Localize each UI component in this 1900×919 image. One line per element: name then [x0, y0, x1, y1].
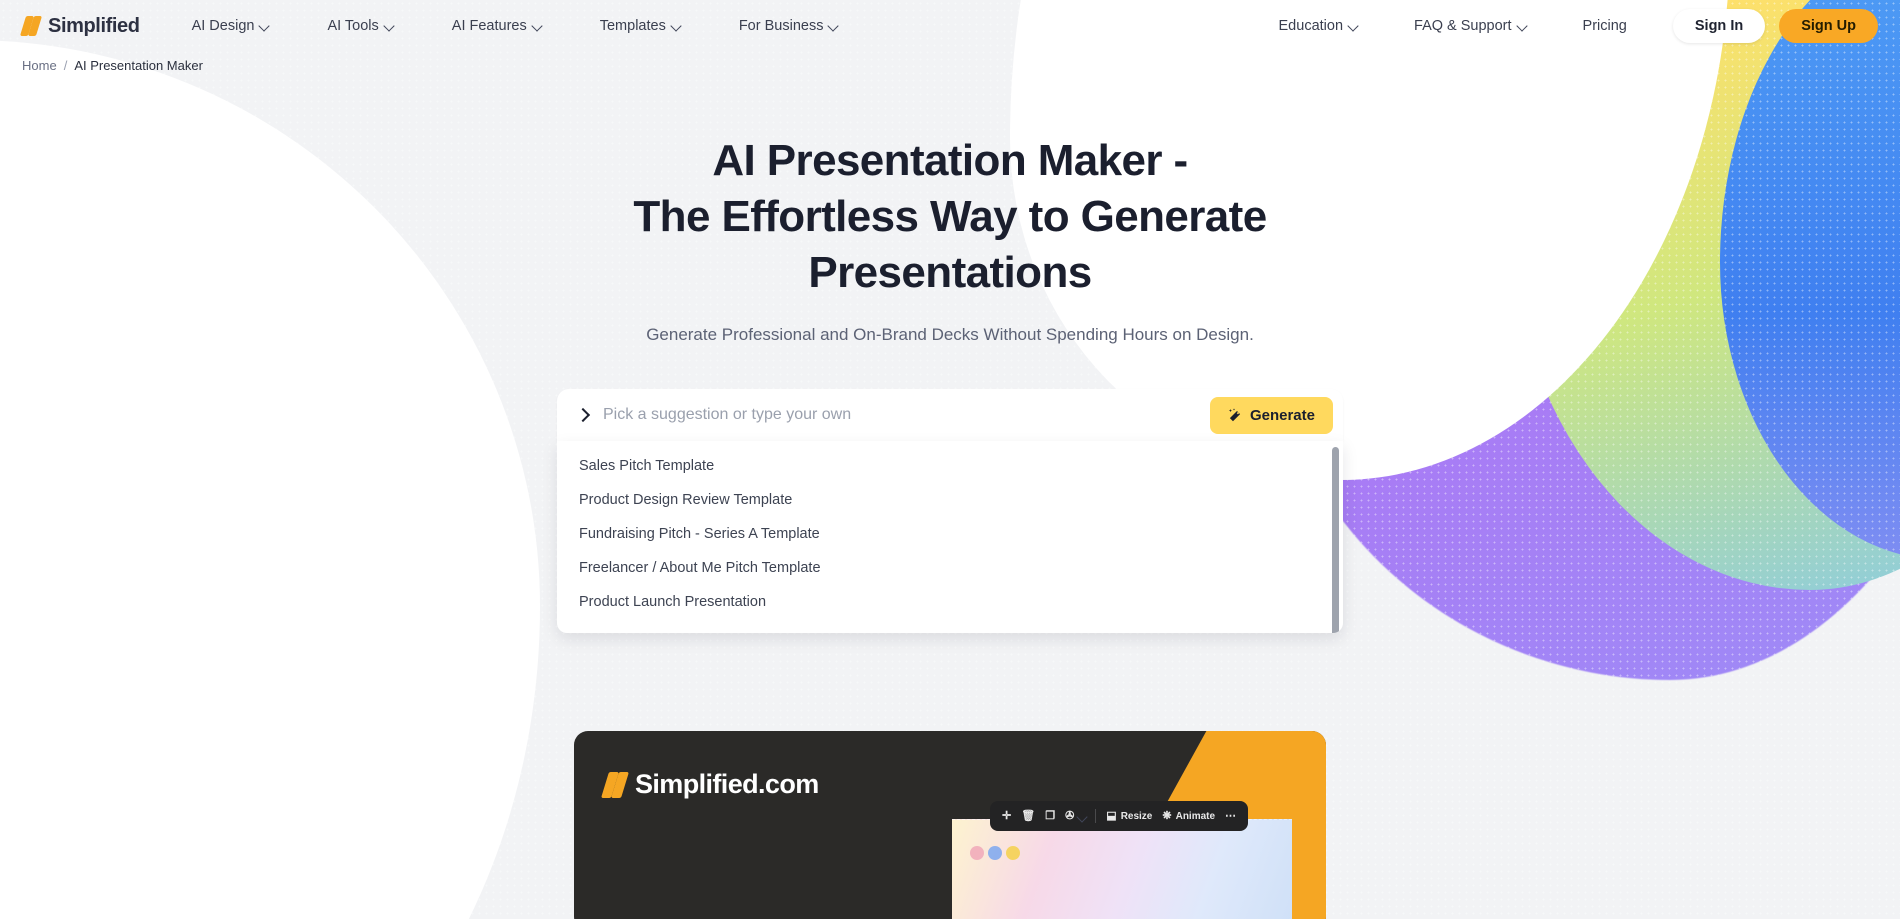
- resize-icon: ⬓: [1106, 809, 1117, 822]
- canvas-dot: [988, 846, 1002, 860]
- generate-button[interactable]: Generate: [1209, 396, 1333, 434]
- breadcrumb-separator: /: [63, 58, 68, 73]
- animate-icon: ❋: [1162, 809, 1172, 822]
- suggestions-scrollbar[interactable]: [1332, 447, 1339, 633]
- copy-icon[interactable]: ❐: [1045, 810, 1055, 822]
- breadcrumb: Home / AI Presentation Maker: [0, 52, 1900, 73]
- nav-item-for-business[interactable]: For Business: [729, 12, 849, 40]
- resize-label: Resize: [1120, 810, 1153, 822]
- primary-nav-links: AI Design AI Tools AI Features Templates…: [182, 12, 887, 40]
- prompt-widget: Generate Sales Pitch Template Product De…: [557, 389, 1343, 633]
- nav-item-education[interactable]: Education: [1269, 12, 1369, 40]
- nav-item-templates[interactable]: Templates: [590, 12, 691, 40]
- resize-button[interactable]: ⬓ Resize: [1106, 809, 1153, 822]
- canvas-dot: [1006, 846, 1020, 860]
- chevron-down-icon: [533, 22, 542, 31]
- page-title-line-3: Presentations: [808, 248, 1092, 297]
- paint-bucket-icon: ✇: [1065, 809, 1075, 822]
- nav-item-label: Templates: [599, 18, 666, 34]
- breadcrumb-current-page: AI Presentation Maker: [74, 58, 203, 73]
- chevron-down-icon: [260, 22, 269, 31]
- chevron-down-icon: [672, 22, 681, 31]
- suggestion-item[interactable]: Freelancer / About Me Pitch Template: [557, 551, 1343, 585]
- plus-icon[interactable]: ✛: [1002, 810, 1011, 822]
- suggestion-item[interactable]: Product Launch Presentation: [557, 585, 1343, 619]
- editor-floating-toolbar: ✛ 🗑 ❐ ✇ ⬓ Resize ❋ Animate ⋯: [990, 801, 1249, 831]
- toolbar-divider: [1095, 809, 1097, 823]
- suggestion-item[interactable]: Product Design Review Template: [557, 483, 1343, 517]
- suggestion-item[interactable]: Fundraising Pitch - Series A Template: [557, 517, 1343, 551]
- top-navigation-bar: Simplified AI Design AI Tools AI Feature…: [0, 0, 1900, 52]
- chevron-down-icon: [1078, 813, 1085, 820]
- preview-logo-text: Simplified.com: [635, 769, 819, 799]
- nav-item-label: AI Design: [191, 18, 255, 34]
- nav-item-label: FAQ & Support: [1414, 18, 1512, 34]
- generate-button-label: Generate: [1249, 406, 1315, 424]
- chevron-down-icon: [829, 22, 838, 31]
- editor-canvas-thumbnail: [952, 819, 1292, 919]
- nav-item-label: For Business: [738, 18, 824, 34]
- prompt-search-input[interactable]: [603, 406, 1210, 424]
- simplified-logo-mark-icon: [604, 771, 628, 799]
- canvas-dot: [970, 846, 984, 860]
- chevron-down-icon: [1349, 22, 1358, 31]
- page-title: AI Presentation Maker - The Effortless W…: [500, 133, 1400, 301]
- page-title-line-1: AI Presentation Maker -: [712, 136, 1188, 185]
- suggestions-dropdown: Sales Pitch Template Product Design Revi…: [557, 441, 1343, 633]
- nav-item-label: Pricing: [1582, 18, 1627, 34]
- sign-up-button[interactable]: Sign Up: [1779, 9, 1878, 43]
- chevron-right-icon: [575, 407, 591, 423]
- magic-wand-icon: [1228, 407, 1241, 421]
- animate-button[interactable]: ❋ Animate: [1162, 809, 1216, 822]
- site-logo[interactable]: Simplified: [22, 15, 140, 38]
- chevron-down-icon: [385, 22, 394, 31]
- nav-item-ai-design[interactable]: AI Design: [182, 12, 280, 40]
- nav-item-label: Education: [1278, 18, 1344, 34]
- nav-item-pricing[interactable]: Pricing: [1573, 12, 1637, 40]
- prompt-input-bar: Generate: [557, 389, 1343, 441]
- suggestion-item[interactable]: Sales Pitch Template: [557, 449, 1343, 483]
- hero-section: AI Presentation Maker - The Effortless W…: [0, 73, 1900, 345]
- page-title-line-2: The Effortless Way to Generate: [633, 192, 1267, 241]
- simplified-logo-mark-icon: [22, 15, 42, 37]
- sign-in-button[interactable]: Sign In: [1672, 9, 1766, 43]
- nav-item-ai-tools[interactable]: AI Tools: [317, 12, 403, 40]
- breadcrumb-home-link[interactable]: Home: [22, 58, 57, 73]
- preview-logo: Simplified.com: [604, 769, 819, 800]
- product-preview-card[interactable]: Simplified.com ✛ 🗑 ❐ ✇ ⬓ Resize ❋ Animat…: [574, 731, 1326, 919]
- nav-item-ai-features[interactable]: AI Features: [442, 12, 552, 40]
- nav-item-label: AI Features: [451, 18, 527, 34]
- more-horizontal-icon[interactable]: ⋯: [1225, 810, 1236, 822]
- chevron-down-icon: [1518, 22, 1527, 31]
- nav-right-group: Education FAQ & Support Pricing Sign In …: [1269, 9, 1878, 43]
- page-subtitle: Generate Professional and On-Brand Decks…: [646, 325, 1254, 344]
- canvas-decorative-dots: [970, 846, 1020, 860]
- animate-label: Animate: [1175, 810, 1216, 822]
- nav-item-faq-support[interactable]: FAQ & Support: [1404, 12, 1537, 40]
- paint-bucket-control[interactable]: ✇: [1065, 809, 1085, 822]
- logo-text: Simplified: [48, 14, 140, 37]
- nav-left-group: Simplified AI Design AI Tools AI Feature…: [22, 12, 886, 40]
- trash-icon[interactable]: 🗑: [1021, 810, 1035, 822]
- nav-item-label: AI Tools: [327, 18, 379, 34]
